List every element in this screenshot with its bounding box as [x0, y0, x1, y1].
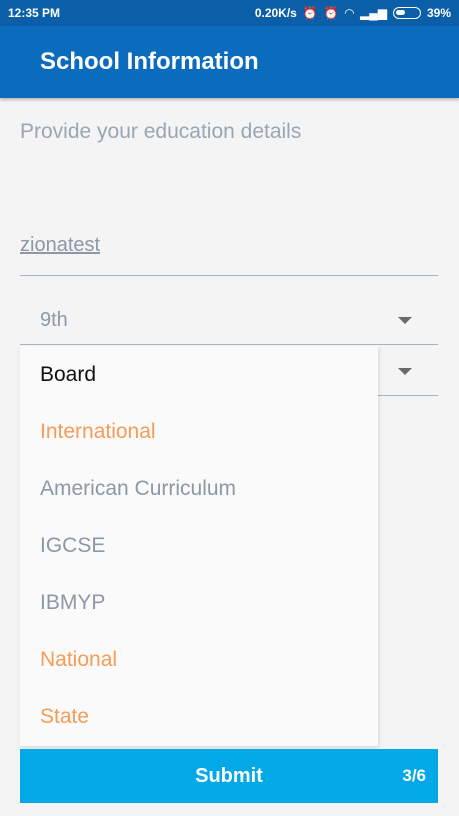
submit-button[interactable]: Submit 3/6 — [20, 749, 438, 803]
alarm-off-icon: ⏰ — [302, 6, 318, 20]
battery-icon — [392, 7, 421, 19]
chevron-down-icon — [398, 317, 412, 324]
battery-percent: 39% — [426, 6, 451, 20]
wifi-icon: ◠ — [344, 6, 354, 20]
status-indicators: 0.20K/s ⏰ ⏰ ◠ ▂▄▆ 39% — [255, 6, 451, 20]
form-subtitle: Provide your education details — [20, 120, 302, 143]
school-name-value: zionatest — [20, 234, 101, 256]
page-title: School Information — [40, 48, 259, 75]
board-category-international: International — [40, 420, 156, 443]
signal-icon: ▂▄▆ — [360, 6, 387, 20]
grade-value: 9th — [40, 309, 68, 331]
board-category-state: State — [40, 705, 90, 728]
submit-label: Submit — [195, 764, 263, 787]
status-bar: 12:35 PM 0.20K/s ⏰ ⏰ ◠ ▂▄▆ 39% — [0, 0, 459, 26]
grade-dropdown[interactable]: 9th — [20, 297, 438, 345]
popup-header: Board — [40, 363, 97, 386]
board-option-ibmyp[interactable]: IBMYP — [40, 588, 105, 618]
board-category-national: National — [40, 648, 118, 671]
board-options-popup: Board International American Curriculum … — [20, 346, 378, 746]
alarm-icon: ⏰ — [323, 6, 339, 20]
chevron-down-icon — [398, 368, 412, 375]
step-indicator: 3/6 — [402, 766, 426, 785]
app-bar: School Information — [0, 26, 459, 98]
network-speed: 0.20K/s — [254, 6, 297, 20]
status-time: 12:35 PM — [8, 6, 61, 20]
board-option-american-curriculum[interactable]: American Curriculum — [40, 474, 236, 504]
school-name-field[interactable]: zionatest — [20, 228, 438, 276]
board-option-igcse[interactable]: IGCSE — [40, 531, 105, 561]
